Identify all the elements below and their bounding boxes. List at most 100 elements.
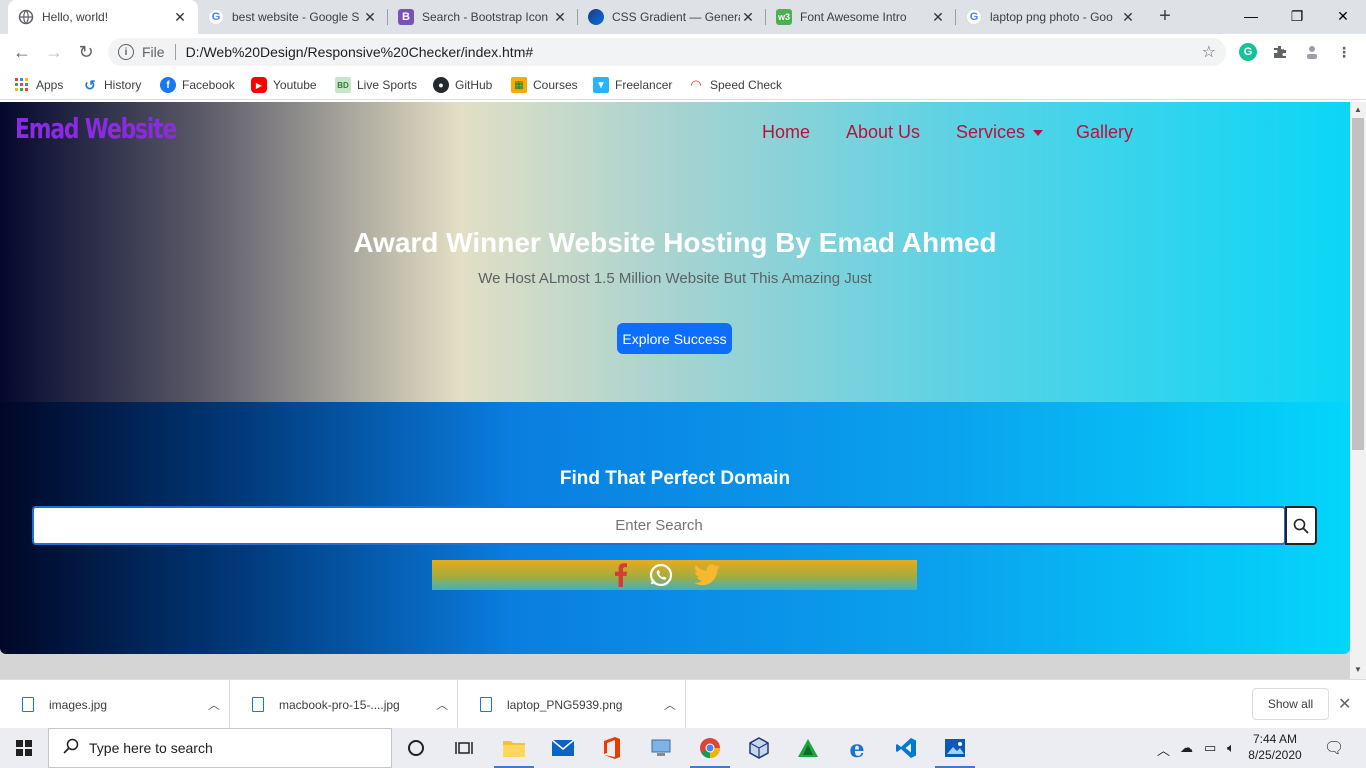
apps-grid-icon <box>14 77 30 93</box>
vscode-icon[interactable] <box>882 728 930 768</box>
tab-laptop-png[interactable]: G laptop png photo - Goo ✕ <box>956 0 1146 34</box>
bookmark-history[interactable]: ↺ History <box>82 76 141 94</box>
bookmark-freelancer[interactable]: ▼ Freelancer <box>593 76 672 94</box>
profile-avatar[interactable] <box>1303 43 1321 61</box>
back-button[interactable]: ← <box>10 40 34 64</box>
office-icon[interactable] <box>588 728 636 768</box>
explore-success-button[interactable]: Explore Success <box>617 323 732 354</box>
browser-toolbar: ← → ↻ i File D:/Web%20Design/Responsive%… <box>0 34 1366 70</box>
nav-gallery[interactable]: Gallery <box>1076 122 1133 143</box>
courses-icon: ▦ <box>511 77 527 93</box>
facebook-icon[interactable] <box>610 560 632 590</box>
brand-logo[interactable]: Emad Website <box>15 112 177 145</box>
google-icon: G <box>966 9 982 25</box>
facebook-icon: f <box>160 77 176 93</box>
nav-about-us[interactable]: About Us <box>846 122 920 143</box>
nav-services[interactable]: Services <box>956 122 1044 143</box>
photos-icon[interactable] <box>931 728 979 768</box>
bookmark-courses[interactable]: ▦ Courses <box>511 76 578 94</box>
chevron-up-icon[interactable]: ︿ <box>1157 740 1170 759</box>
app-triangle-icon[interactable] <box>784 728 832 768</box>
bookmark-apps[interactable]: Apps <box>14 76 63 94</box>
bookmark-label: Speed Check <box>710 78 783 92</box>
file-explorer-icon[interactable] <box>490 728 538 768</box>
grammarly-icon[interactable]: G <box>1239 43 1257 61</box>
menu-kebab-icon[interactable]: ⋮ <box>1335 43 1353 61</box>
search-icon <box>1293 518 1309 534</box>
download-filename: images.jpg <box>49 697 108 712</box>
restore-button[interactable]: ❐ <box>1274 0 1320 32</box>
nav-services-label: Services <box>956 122 1026 142</box>
whatsapp-icon[interactable] <box>647 560 675 590</box>
search-placeholder: Enter Search <box>615 517 703 534</box>
bookmark-speed-check[interactable]: ◠ Speed Check <box>688 76 782 94</box>
close-tab-icon[interactable]: ✕ <box>552 9 568 26</box>
new-tab-button[interactable]: + <box>1155 6 1175 26</box>
system-clock[interactable]: 7:44 AM 8/25/2020 <box>1248 731 1302 763</box>
chevron-up-icon[interactable]: ︿ <box>199 696 229 713</box>
close-tab-icon[interactable]: ✕ <box>1120 9 1136 26</box>
page-scrollbar[interactable]: ▲ ▼ <box>1350 102 1366 679</box>
mail-icon[interactable] <box>539 728 587 768</box>
close-tab-icon[interactable]: ✕ <box>740 9 756 26</box>
onedrive-cloud-icon[interactable]: ☁ <box>1180 740 1193 756</box>
tab-hello-world[interactable]: Hello, world! ✕ <box>8 0 198 34</box>
computer-icon[interactable] <box>637 728 685 768</box>
close-tab-icon[interactable]: ✕ <box>930 9 946 26</box>
tab-font-awesome[interactable]: w3 Font Awesome Intro ✕ <box>766 0 956 34</box>
google-icon: G <box>208 9 224 25</box>
cortana-icon[interactable] <box>392 728 440 768</box>
info-icon[interactable]: i <box>118 44 134 60</box>
tab-best-website[interactable]: G best website - Google S ✕ <box>198 0 388 34</box>
volume-icon[interactable]: 🔈︎ <box>1227 740 1235 756</box>
scroll-down-arrow[interactable]: ▼ <box>1353 665 1363 674</box>
taskbar-search-box[interactable]: Type here to search <box>48 728 392 768</box>
virtualbox-icon[interactable] <box>735 728 783 768</box>
download-item[interactable]: laptop_PNG5939.png ︿ <box>458 680 686 729</box>
clock-date: 8/25/2020 <box>1248 748 1302 762</box>
bookmarks-bar: Apps ↺ History f Facebook ▶ Youtube BD L… <box>0 70 1366 100</box>
show-all-button[interactable]: Show all <box>1252 688 1329 720</box>
tab-bootstrap-icons[interactable]: B Search - Bootstrap Icon ✕ <box>388 0 578 34</box>
bookmark-live-sports[interactable]: BD Live Sports <box>335 76 417 94</box>
forward-button[interactable]: → <box>42 40 66 64</box>
task-view-icon[interactable] <box>440 728 488 768</box>
notifications-icon[interactable]: 🗨︎ <box>1324 738 1344 758</box>
nav-home[interactable]: Home <box>762 122 810 143</box>
bookmark-github[interactable]: ● GitHub <box>433 76 492 94</box>
address-bar[interactable]: i File D:/Web%20Design/Responsive%20Chec… <box>108 38 1226 66</box>
bookmark-youtube[interactable]: ▶ Youtube <box>251 76 317 94</box>
bookmark-label: History <box>104 78 142 92</box>
chevron-up-icon[interactable]: ︿ <box>427 696 457 713</box>
close-tab-icon[interactable]: ✕ <box>172 9 188 26</box>
edge-icon[interactable]: e <box>833 728 881 768</box>
close-tab-icon[interactable]: ✕ <box>362 9 378 26</box>
extensions-icon[interactable] <box>1271 43 1289 61</box>
download-item[interactable]: images.jpg ︿ <box>0 680 230 729</box>
globe-icon <box>18 9 34 25</box>
tab-css-gradient[interactable]: CSS Gradient — Genera ✕ <box>578 0 766 34</box>
address-url[interactable]: D:/Web%20Design/Responsive%20Checker/ind… <box>186 44 534 60</box>
domain-search-section: Find That Perfect Domain Enter Search <box>0 402 1350 654</box>
search-button[interactable] <box>1285 506 1317 545</box>
close-downloads-icon[interactable]: ✕ <box>1338 694 1351 714</box>
download-item[interactable]: macbook-pro-15-....jpg ︿ <box>230 680 458 729</box>
close-window-button[interactable]: ✕ <box>1320 0 1366 32</box>
network-icon[interactable]: ▭ <box>1204 740 1216 756</box>
hero-title: Award Winner Website Hosting By Emad Ahm… <box>353 227 997 258</box>
scroll-up-arrow[interactable]: ▲ <box>1353 105 1363 114</box>
reload-button[interactable]: ↻ <box>74 40 98 64</box>
scrollbar-thumb[interactable] <box>1352 118 1364 450</box>
bookmark-facebook[interactable]: f Facebook <box>160 76 235 94</box>
hero-section: Emad Website Home About Us Services Gall… <box>0 102 1350 402</box>
download-filename: laptop_PNG5939.png <box>507 697 623 712</box>
chevron-up-icon[interactable]: ︿ <box>655 696 685 713</box>
chrome-icon[interactable] <box>686 728 734 768</box>
domain-search-input[interactable]: Enter Search <box>32 506 1286 545</box>
twitter-icon[interactable] <box>693 560 721 590</box>
start-button[interactable] <box>0 728 48 768</box>
page-viewport: Emad Website Home About Us Services Gall… <box>0 102 1350 679</box>
windows-logo-icon <box>16 740 32 756</box>
minimize-button[interactable]: — <box>1228 0 1274 32</box>
bookmark-star-icon[interactable]: ☆ <box>1202 42 1216 62</box>
